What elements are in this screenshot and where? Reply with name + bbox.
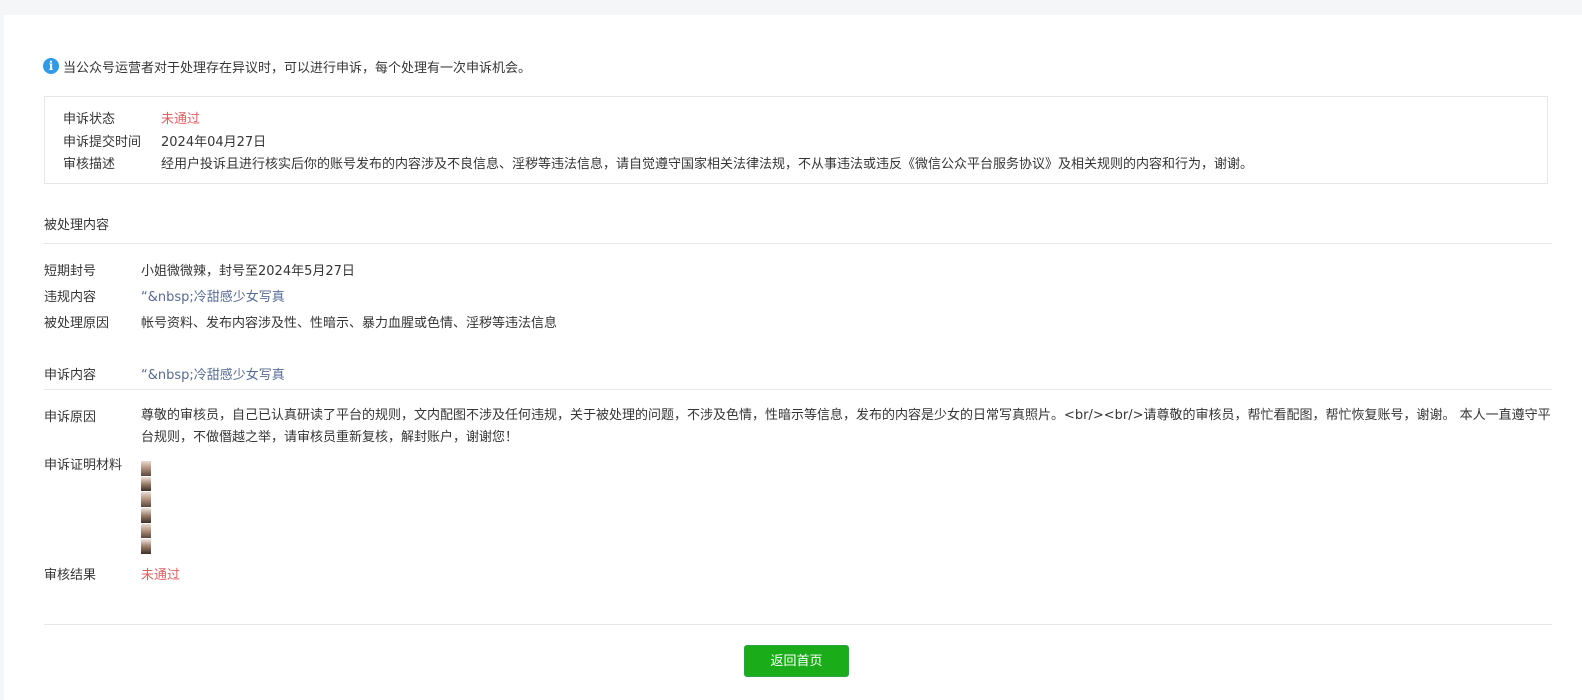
footer-divider [44, 624, 1552, 625]
processed-reason-row: 被处理原因 帐号资料、发布内容涉及性、性暗示、暴力血腥或色情、淫秽等违法信息 [44, 310, 557, 332]
appeal-content-row: 申诉内容 “&nbsp;冷甜感少女写真 [44, 362, 285, 384]
divider [44, 243, 1552, 244]
return-home-button[interactable]: 返回首页 [744, 645, 849, 677]
violation-label: 违规内容 [44, 289, 97, 305]
status-value: 未通过 [161, 111, 201, 127]
evidence-thumbnail[interactable] [141, 508, 151, 524]
review-desc-label: 审核描述 [63, 156, 116, 172]
submit-time-label: 申诉提交时间 [63, 134, 142, 150]
ban-label: 短期封号 [44, 263, 97, 279]
review-desc-row: 审核描述 经用户投诉且进行核实后你的账号发布的内容涉及不良信息、淫秽等违法信息，… [63, 151, 1253, 173]
status-label: 申诉状态 [63, 111, 116, 127]
appeal-notice: i 当公众号运营者对于处理存在异议时，可以进行申诉，每个处理有一次申诉机会。 [43, 56, 531, 76]
evidence-label: 申诉证明材料 [44, 457, 123, 473]
evidence-image-strip[interactable] [141, 461, 151, 556]
evidence-row: 申诉证明材料 [44, 452, 141, 474]
evidence-thumbnail[interactable] [141, 476, 151, 493]
status-row: 申诉状态 未通过 [63, 106, 200, 128]
ban-row: 短期封号 小姐微微辣，封号至2024年5月27日 [44, 258, 355, 280]
appeal-status-box: 申诉状态 未通过 申诉提交时间 2024年04月27日 审核描述 经用户投诉且进… [44, 96, 1548, 184]
evidence-thumbnail[interactable] [141, 492, 151, 509]
processed-reason-label: 被处理原因 [44, 315, 110, 331]
appeal-reason-row: 申诉原因 [44, 404, 141, 426]
violation-link[interactable]: “&nbsp;冷甜感少女写真 [141, 286, 285, 305]
review-result-value: 未通过 [141, 567, 181, 583]
evidence-thumbnail[interactable] [141, 523, 151, 540]
submit-time-value: 2024年04月27日 [161, 134, 267, 150]
violation-row: 违规内容 “&nbsp;冷甜感少女写真 [44, 284, 285, 306]
processed-content-title: 被处理内容 [44, 218, 110, 233]
evidence-thumbnail[interactable] [141, 539, 151, 556]
divider [44, 389, 1552, 390]
appeal-content-link[interactable]: “&nbsp;冷甜感少女写真 [141, 364, 285, 383]
appeal-content-label: 申诉内容 [44, 367, 97, 383]
appeal-reason-label: 申诉原因 [44, 409, 97, 425]
notice-text: 当公众号运营者对于处理存在异议时，可以进行申诉，每个处理有一次申诉机会。 [63, 60, 532, 76]
processed-reason-value: 帐号资料、发布内容涉及性、性暗示、暴力血腥或色情、淫秽等违法信息 [141, 315, 558, 331]
review-result-row: 审核结果 未通过 [44, 562, 180, 584]
appeal-reason-value: 尊敬的审核员，自己已认真研读了平台的规则，文内配图不涉及任何违规，关于被处理的问… [141, 408, 1551, 445]
ban-value: 小姐微微辣，封号至2024年5月27日 [141, 263, 355, 279]
submit-time-row: 申诉提交时间 2024年04月27日 [63, 129, 266, 151]
appeal-detail-page: i 当公众号运营者对于处理存在异议时，可以进行申诉，每个处理有一次申诉机会。 申… [4, 15, 1582, 700]
review-result-label: 审核结果 [44, 567, 97, 583]
info-icon: i [43, 58, 59, 74]
evidence-thumbnail[interactable] [141, 461, 151, 477]
review-desc-value: 经用户投诉且进行核实后你的账号发布的内容涉及不良信息、淫秽等违法信息，请自觉遵守… [161, 156, 1254, 172]
